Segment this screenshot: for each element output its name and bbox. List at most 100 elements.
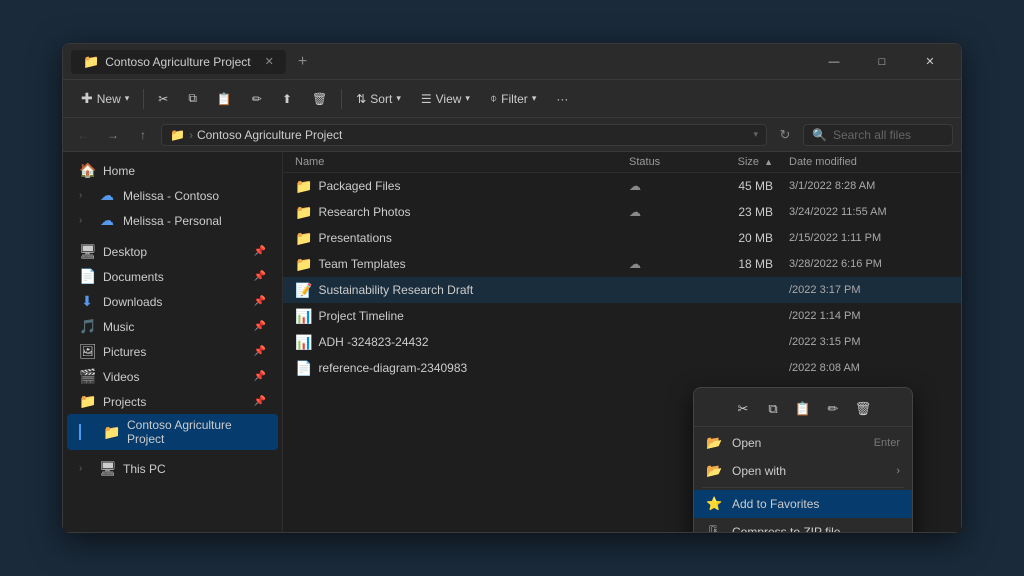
- sidebar-item-melissa-contoso[interactable]: › ☁ Melissa - Contoso: [67, 183, 278, 208]
- refresh-button[interactable]: ↻: [773, 123, 797, 147]
- sidebar-label-pictures: Pictures: [103, 345, 246, 359]
- docx-icon: 📝: [295, 282, 312, 299]
- music-icon: 🎵: [79, 318, 95, 335]
- cm-paste-icon: 📋: [795, 401, 811, 417]
- file-area: Name Status Size ▲ Date modified 📁: [283, 152, 961, 532]
- sidebar-label-desktop: Desktop: [103, 245, 246, 259]
- col-status[interactable]: Status: [629, 156, 709, 168]
- view-dropdown-icon: ▾: [465, 93, 470, 104]
- sidebar-item-downloads[interactable]: ⬇ Downloads 📌: [67, 289, 278, 314]
- sidebar-item-documents[interactable]: 📄 Documents 📌: [67, 264, 278, 289]
- file-size-2: 23 MB: [738, 205, 773, 219]
- file-row[interactable]: 📄 reference-diagram-2340983 /2022 8:08 A…: [283, 355, 961, 381]
- tab-folder-icon: 📁: [83, 54, 99, 70]
- file-name: Packaged Files: [318, 179, 400, 193]
- delete-button[interactable]: 🗑: [304, 88, 335, 110]
- sort-button[interactable]: ⇅ Sort ▾: [348, 88, 409, 110]
- file-row[interactable]: 📊 ADH -324823-24432 /2022 3:15 PM: [283, 329, 961, 355]
- contoso-project-icon: 📁: [103, 424, 119, 441]
- sidebar-item-pictures[interactable]: 🖼 Pictures 📌: [67, 339, 278, 364]
- file-row[interactable]: 📁 Presentations 20 MB 2/15/2022 1:11 PM: [283, 225, 961, 251]
- sort-icon: ⇅: [356, 92, 366, 106]
- cm-add-favorites[interactable]: ⭐ Add to Favorites: [694, 490, 912, 518]
- sidebar-label-melissa-contoso: Melissa - Contoso: [123, 189, 266, 203]
- up-button[interactable]: ↑: [131, 123, 155, 147]
- col-size-label: Size: [738, 156, 759, 168]
- filter-button[interactable]: ⌽ Filter ▾: [482, 87, 544, 110]
- cloud-status-icon-4: ☁: [629, 257, 641, 271]
- breadcrumb[interactable]: 📁 › Contoso Agriculture Project ▾: [161, 124, 767, 146]
- cm-open-shortcut: Enter: [874, 437, 900, 449]
- col-date[interactable]: Date modified: [789, 156, 949, 168]
- breadcrumb-dropdown-icon: ▾: [753, 129, 758, 140]
- cloud-icon: ☁: [99, 187, 115, 204]
- expand-icon: ›: [79, 190, 91, 201]
- main-content: 🏠 Home › ☁ Melissa - Contoso › ☁ Melissa…: [63, 152, 961, 532]
- view-button[interactable]: ☰ View ▾: [413, 88, 478, 110]
- col-name-label: Name: [295, 156, 324, 168]
- file-row[interactable]: 📁 Packaged Files ☁ 45 MB 3/1/2022 8:28 A…: [283, 173, 961, 199]
- col-size[interactable]: Size ▲: [709, 156, 789, 168]
- breadcrumb-separator: ›: [189, 128, 193, 142]
- minimize-button[interactable]: —: [811, 46, 857, 78]
- paste-button[interactable]: 📋: [209, 88, 240, 110]
- sidebar-item-contoso-project[interactable]: 📁 Contoso Agriculture Project: [67, 414, 278, 450]
- cm-open-with-icon: 📂: [706, 463, 722, 479]
- cm-compress[interactable]: 🗜 Compress to ZIP file: [694, 518, 912, 532]
- cm-delete-button[interactable]: 🗑: [849, 396, 877, 422]
- cm-open[interactable]: 📂 Open Enter: [694, 429, 912, 457]
- tab-close-button[interactable]: ✕: [265, 55, 274, 68]
- sidebar-item-videos[interactable]: 🎬 Videos 📌: [67, 364, 278, 389]
- sidebar-item-music[interactable]: 🎵 Music 📌: [67, 314, 278, 339]
- cm-copy-icon: ⧉: [768, 401, 777, 417]
- more-button[interactable]: ···: [548, 88, 576, 110]
- sort-label: Sort: [370, 92, 392, 106]
- new-tab-button[interactable]: +: [292, 53, 313, 71]
- rename-button[interactable]: ✏: [244, 88, 270, 110]
- sidebar-label-downloads: Downloads: [103, 295, 246, 309]
- filter-icon: ⌽: [490, 91, 497, 106]
- cut-button[interactable]: ✂: [150, 88, 176, 110]
- sidebar-item-projects[interactable]: 📁 Projects 📌: [67, 389, 278, 414]
- cm-paste-button[interactable]: 📋: [789, 396, 817, 422]
- sidebar-item-this-pc[interactable]: › 🖥 This PC: [67, 456, 278, 481]
- file-date-6: /2022 1:14 PM: [789, 310, 861, 322]
- this-pc-icon: 🖥: [99, 460, 115, 477]
- cm-open-with[interactable]: 📂 Open with ›: [694, 457, 912, 485]
- sidebar-label-home: Home: [103, 164, 266, 178]
- expand-icon-2: ›: [79, 215, 91, 226]
- file-row-selected[interactable]: 📝 Sustainability Research Draft /2022 3:…: [283, 277, 961, 303]
- col-name[interactable]: Name: [295, 156, 629, 168]
- file-row[interactable]: 📁 Team Templates ☁ 18 MB 3/28/2022 6:16 …: [283, 251, 961, 277]
- cm-open-label: Open: [732, 436, 864, 450]
- window-tab[interactable]: 📁 Contoso Agriculture Project ✕: [71, 50, 286, 74]
- cm-rename-button[interactable]: ✏: [819, 396, 847, 422]
- share-button[interactable]: ⬆: [274, 88, 300, 110]
- copy-button[interactable]: ⧉: [180, 87, 205, 110]
- maximize-button[interactable]: □: [859, 46, 905, 78]
- sidebar-item-melissa-personal[interactable]: › ☁ Melissa - Personal: [67, 208, 278, 233]
- file-name-8: reference-diagram-2340983: [318, 361, 467, 375]
- sidebar-item-home[interactable]: 🏠 Home: [67, 158, 278, 183]
- more-icon: ···: [556, 92, 568, 106]
- new-icon: ✚: [81, 90, 93, 107]
- this-pc-expand-icon: ›: [79, 463, 91, 474]
- file-name-6: Project Timeline: [318, 309, 403, 323]
- close-button[interactable]: ✕: [907, 46, 953, 78]
- file-name-7: ADH -324823-24432: [318, 335, 428, 349]
- file-row[interactable]: 📁 Research Photos ☁ 23 MB 3/24/2022 11:5…: [283, 199, 961, 225]
- cloud-icon-2: ☁: [99, 212, 115, 229]
- sidebar-item-desktop[interactable]: 🖥 Desktop 📌: [67, 239, 278, 264]
- sidebar-label-videos: Videos: [103, 370, 246, 384]
- folder-icon-3: 📁: [295, 230, 312, 247]
- forward-button[interactable]: →: [101, 123, 125, 147]
- cm-cut-button[interactable]: ✂: [729, 396, 757, 422]
- back-button[interactable]: ←: [71, 123, 95, 147]
- new-button[interactable]: ✚ New ▾: [73, 86, 137, 111]
- search-icon: 🔍: [812, 128, 827, 142]
- file-size-3: 20 MB: [738, 231, 773, 245]
- file-row[interactable]: 📊 Project Timeline /2022 1:14 PM: [283, 303, 961, 329]
- cm-copy-button[interactable]: ⧉: [759, 396, 787, 422]
- rename-icon: ✏: [252, 92, 262, 106]
- search-box[interactable]: 🔍 Search all files: [803, 124, 953, 146]
